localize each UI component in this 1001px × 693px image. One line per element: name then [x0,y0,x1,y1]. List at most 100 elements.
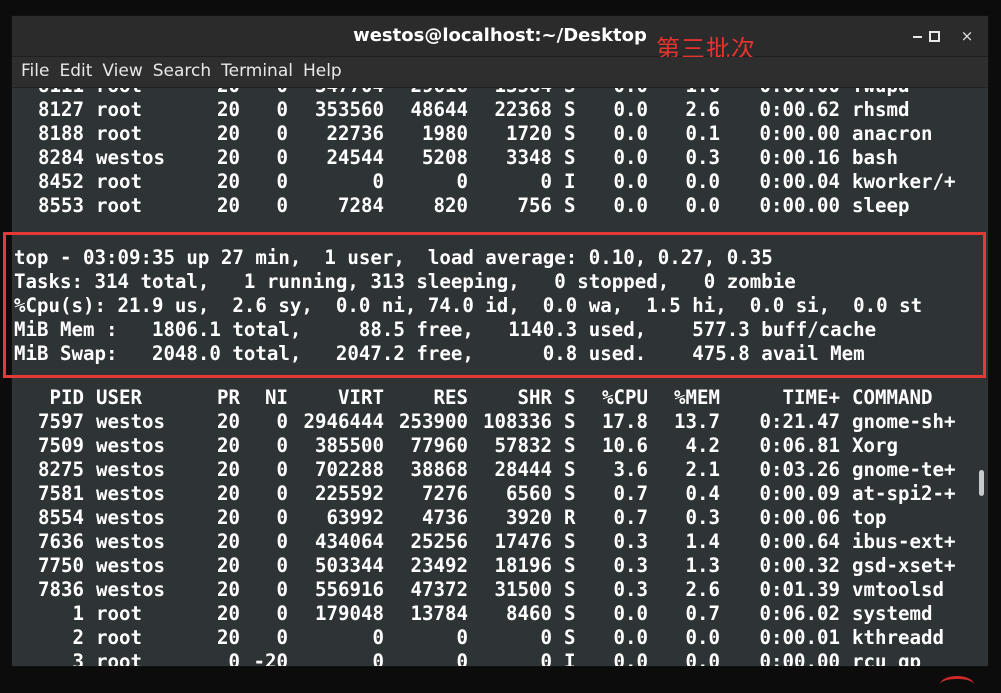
cell-ni: 0 [276,482,289,505]
maximize-button[interactable] [922,24,946,48]
cell-mem: 0.0 [685,626,721,649]
process-row: 8275 westos 20 0 702288 38868 28444 S 3.6 2.1 0:03… [12,458,972,482]
cell-res: 253900 [399,410,468,433]
cell-cpu: 0.7 [613,482,649,505]
cell-mem: %MEM [674,386,720,409]
menu-view[interactable]: View [97,57,147,87]
cell-cmd: systemd [852,602,933,625]
cell-virt: 385500 [315,434,384,457]
process-row: 8554 westos 20 0 63992 4736 3920 R 0.7 0.3 0:00.06… [12,506,972,530]
cell-time: 0:00.00 [759,122,840,145]
cell-pid: 8452 [38,170,84,193]
cell-pid: 8127 [38,98,84,121]
cell-shr: 13584 [495,88,552,98]
cell-shr: 0 [540,650,553,666]
cell-ni: 0 [277,88,289,98]
cell-shr: 18196 [494,554,552,577]
cell-res: 5208 [422,146,468,169]
cell-time: 0:00.06 [759,506,840,529]
cell-res: RES [433,386,469,409]
cell-pr: 20 [217,554,240,577]
cell-cpu: 0.3 [613,578,649,601]
process-row: 8127 root 20 0 353560 48644 22368 S 0.0 2.6 0:00.6… [12,98,972,122]
title-bar[interactable]: westos@localhost:~/Desktop 第三批次 × [12,16,988,63]
cell-s: I [564,650,576,666]
menu-edit[interactable]: Edit [54,57,97,87]
cell-res: 0 [456,650,469,666]
cell-time: 0:00.64 [759,530,840,553]
cell-res: 0 [456,626,469,649]
cell-pr: 20 [217,458,240,481]
summary-uptime-line: top - 03:09:35 up 27 min, 1 user, load a… [14,246,773,269]
cell-time: 0:06.81 [759,434,840,457]
cell-pid: 2 [72,626,85,649]
cell-time: 0:00.00 [759,650,840,666]
cell-cmd: top [852,506,887,529]
cell-user: westos [96,146,165,169]
cell-cmd: Xorg [852,434,898,457]
menu-search[interactable]: Search [148,57,216,87]
cell-mem: 0.0 [685,194,721,217]
cell-time: 0:00.00 [760,88,840,98]
cell-virt: 7284 [338,194,384,217]
cell-virt: 503344 [315,554,384,577]
cell-ni: 0 [276,194,289,217]
menu-help[interactable]: Help [298,57,347,87]
cell-virt: 702288 [315,458,384,481]
menu-terminal[interactable]: Terminal [216,57,298,87]
menu-file[interactable]: File [16,57,54,87]
cell-pr: 20 [217,506,240,529]
close-icon: × [960,27,974,45]
menu-bar: File Edit View Search Terminal Help [12,57,988,88]
cell-virt: 225592 [315,482,384,505]
cell-pr: 20 [217,410,240,433]
cell-s: S [564,434,576,457]
cell-s: S [564,146,576,169]
cell-pid: 7509 [38,434,84,457]
summary-mem-line: MiB Mem : 1806.1 total, 88.5 free, 1140.… [14,318,877,341]
cell-cpu: 0.0 [613,626,649,649]
cell-pid: 7636 [38,530,84,553]
cell-cpu: 0.0 [613,650,649,666]
cell-user: root [96,98,142,121]
cell-mem: 0.4 [685,482,721,505]
cell-cmd: gsd-xset+ [852,554,956,577]
cell-pid: 8284 [38,146,84,169]
cell-time: 0:21.47 [759,410,840,433]
cell-s: S [564,194,576,217]
cell-pid: 8554 [38,506,84,529]
cell-cpu: 0.0 [613,602,649,625]
cell-virt: 0 [372,650,385,666]
cell-mem: 0.0 [685,650,721,666]
cell-virt: 24544 [326,146,384,169]
cell-res: 47372 [410,578,468,601]
cell-mem: 0.3 [685,506,721,529]
cell-shr: 6560 [506,482,552,505]
maximize-icon [928,31,940,42]
cell-user: westos [96,410,165,433]
scrollbar[interactable] [974,88,988,666]
close-button[interactable]: × [955,24,979,48]
terminal-output[interactable]: top - 03:09:35 up 27 min, 1 user, load a… [12,88,972,666]
cell-cmd: kthreadd [852,626,944,649]
cell-ni: 0 [276,122,289,145]
cell-time: 0:03.26 [759,458,840,481]
cell-pid: 8188 [38,122,84,145]
cell-user: westos [96,554,165,577]
cell-cpu: 0.0 [613,194,649,217]
cell-res: 0 [456,170,469,193]
cell-virt: 2946444 [303,410,384,433]
scrollbar-thumb[interactable] [979,470,984,496]
cell-user: root [96,602,142,625]
cell-ni: 0 [276,554,289,577]
cell-virt: 179048 [315,602,384,625]
cell-pr: 20 [217,578,240,601]
cell-mem: 1.6 [686,88,721,98]
cell-cmd: vmtoolsd [852,578,944,601]
cell-shr: 3348 [506,146,552,169]
cell-user: westos [96,458,165,481]
cell-virt: VIRT [338,386,384,409]
cell-pr: 0 [228,650,241,666]
cell-pid: 7597 [38,410,84,433]
cell-s: S [564,122,576,145]
